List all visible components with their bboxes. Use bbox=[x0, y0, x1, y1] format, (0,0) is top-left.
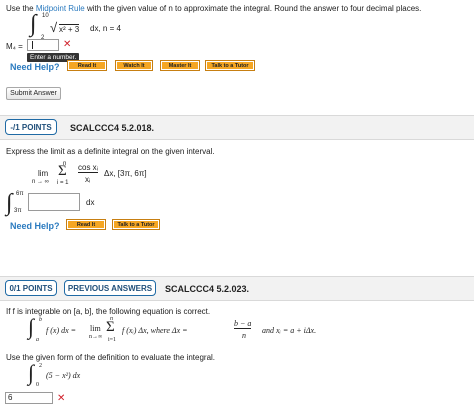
q2-answer-input[interactable] bbox=[28, 193, 80, 211]
q1-watch-it-button[interactable]: Watch It bbox=[115, 60, 153, 71]
q3-eq-lhs: f (x) dx = bbox=[46, 326, 77, 335]
q1-read-it-button[interactable]: Read It bbox=[67, 60, 107, 71]
q1-master-it-button[interactable]: Master It bbox=[160, 60, 200, 71]
q2-need-help: Need Help? bbox=[10, 221, 60, 231]
q3-integrand: (5 − x²) dx bbox=[46, 371, 81, 380]
q2-lim: lim bbox=[38, 169, 49, 178]
previous-answers-button[interactable]: PREVIOUS ANSWERS bbox=[64, 280, 156, 296]
q1-talk-to-tutor-button[interactable]: Talk to a Tutor bbox=[205, 60, 255, 71]
q3-eq-frac-num: b − a bbox=[234, 319, 252, 329]
q3-eq-integral-sign: ∫ bbox=[28, 314, 35, 339]
q3-int-upper: 2 bbox=[39, 363, 42, 369]
q3-eq-lim-sub: n→∞ bbox=[89, 334, 103, 340]
q3-question-code: SCALCCC4 5.2.023. bbox=[165, 284, 250, 294]
q1-upper-limit: 10 bbox=[42, 13, 49, 19]
q3-int-lower: 0 bbox=[36, 382, 39, 388]
q3-eq-lower: a bbox=[36, 337, 39, 343]
q3-eq-term: f (xᵢ) Δx, where Δx = bbox=[122, 326, 188, 335]
midpoint-rule-link[interactable]: Midpoint Rule bbox=[36, 4, 85, 13]
q2-talk-to-tutor-button[interactable]: Talk to a Tutor bbox=[112, 219, 160, 230]
incorrect-x-icon: ✕ bbox=[63, 39, 72, 50]
q3-eq-sum-bottom: i=1 bbox=[108, 337, 117, 343]
sqrt-sign: √ bbox=[50, 20, 58, 35]
q3-use-form: Use the given form of the definition to … bbox=[6, 353, 216, 362]
m4-label: M₄ = bbox=[6, 42, 23, 51]
q3-eq-frac-den: n bbox=[242, 331, 246, 340]
q1-dx-n: dx, n = 4 bbox=[90, 24, 121, 33]
q2-int-upper: 6π bbox=[16, 191, 24, 197]
sigma-icon: Σ bbox=[58, 163, 67, 179]
q1-instructions: Use the Midpoint Rule with the given val… bbox=[6, 4, 472, 13]
q2-points-badge: -/1 POINTS bbox=[5, 119, 57, 135]
q3-integral-sign: ∫ bbox=[28, 360, 35, 385]
q3-integral: ∫ 2 0 (5 − x²) dx bbox=[28, 360, 148, 389]
q2-instructions: Express the limit as a definite integral… bbox=[6, 147, 215, 156]
q2-question-code: SCALCCC4 5.2.018. bbox=[70, 123, 155, 133]
q1-need-help: Need Help? bbox=[10, 62, 60, 72]
q2-limit-expression: lim n → ∞ n Σ i = 1 cos xᵢ xᵢ Δx, [3π, 6… bbox=[30, 160, 200, 190]
q3-answer-value: 6 bbox=[8, 393, 13, 402]
q1-instr-b: with the given value of n to approximate… bbox=[86, 4, 422, 13]
submit-answer-button[interactable]: Submit Answer bbox=[6, 87, 61, 100]
q3-points-badge: 0/1 POINTS bbox=[5, 280, 57, 296]
q3-incorrect-x-icon: ✕ bbox=[57, 393, 66, 404]
q2-interval: Δx, [3π, 6π] bbox=[104, 169, 147, 178]
m4-value bbox=[28, 40, 30, 49]
q3-intro: If f is integrable on [a, b], the follow… bbox=[6, 307, 211, 316]
q2-dx: dx bbox=[86, 198, 95, 207]
q2-frac-den: xᵢ bbox=[85, 175, 91, 184]
q2-sum-bottom: i = 1 bbox=[57, 180, 69, 186]
q3-eq-upper: b bbox=[39, 317, 42, 323]
q1-integrand: x² + 3 bbox=[59, 24, 80, 34]
q3-eq-tail: and xᵢ = a + iΔx. bbox=[262, 326, 317, 335]
q2-int-lower: 3π bbox=[14, 208, 22, 214]
q3-definition-equation: ∫ b a f (x) dx = lim n→∞ n Σ i=1 f (xᵢ) … bbox=[28, 314, 328, 347]
integral-sign: ∫ bbox=[30, 11, 37, 37]
m4-caret bbox=[32, 41, 33, 49]
q3-answer-input[interactable]: 6 bbox=[5, 392, 53, 404]
q2-frac-num: cos xᵢ bbox=[78, 163, 98, 173]
q3-sigma-icon: Σ bbox=[106, 319, 115, 335]
q2-integral-sign: ∫ bbox=[6, 190, 13, 216]
q2-read-it-button[interactable]: Read It bbox=[66, 219, 106, 230]
q3-eq-lim: lim bbox=[90, 324, 101, 333]
q2-lim-sub: n → ∞ bbox=[32, 179, 49, 185]
